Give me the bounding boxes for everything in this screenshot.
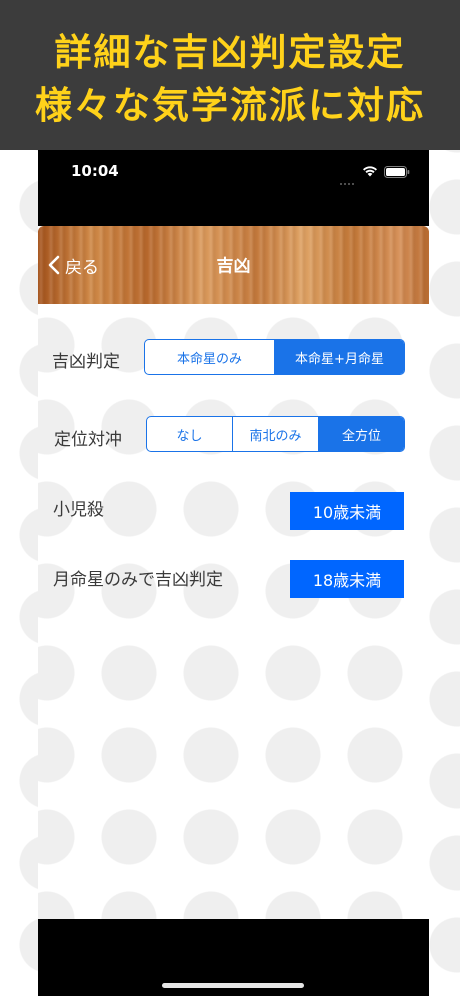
battery-icon (384, 166, 410, 178)
bottom-bar (38, 919, 429, 996)
promo-line-1: 詳細な吉凶判定設定 (54, 31, 406, 74)
status-bar: 10:04 (38, 150, 429, 226)
getsumeisei-only-value-button[interactable]: 18歳未満 (290, 560, 404, 598)
segment-none[interactable]: なし (147, 417, 232, 451)
getsumeisei-only-label: 月命星のみで吉凶判定 (53, 570, 223, 590)
page-title: 吉凶 (216, 256, 251, 277)
home-indicator[interactable] (162, 983, 304, 988)
kikkyo-hantei-label: 吉凶判定 (52, 352, 120, 372)
segment-all-directions[interactable]: 全方位 (318, 417, 404, 451)
teii-taichu-label: 定位対冲 (54, 430, 122, 450)
status-time: 10:04 (71, 162, 119, 180)
teii-taichu-segmented-control: なし 南北のみ 全方位 (146, 416, 405, 452)
promo-banner: 詳細な吉凶判定設定 様々な気学流派に対応 (0, 0, 460, 150)
promo-line-2: 様々な気学流派に対応 (35, 84, 425, 127)
wifi-icon (363, 166, 377, 177)
shoni-satsu-value-button[interactable]: 10歳未満 (290, 492, 404, 530)
screen-dot-pattern (38, 304, 429, 919)
navigation-bar: 戻る 吉凶 (38, 226, 429, 304)
segment-north-south-only[interactable]: 南北のみ (232, 417, 318, 451)
segment-honmeisei-only[interactable]: 本命星のみ (145, 340, 274, 374)
segment-honmeisei-plus-getsumeisei[interactable]: 本命星+月命星 (274, 340, 404, 374)
shoni-satsu-label: 小児殺 (53, 500, 104, 520)
cellular-signal-icon (340, 170, 358, 185)
phone-screen: 10:04 戻る 吉凶 吉凶判定 本命星のみ 本命星+月命星 定位対冲 なし 南… (38, 150, 429, 996)
kikkyo-hantei-segmented-control: 本命星のみ 本命星+月命星 (144, 339, 405, 375)
